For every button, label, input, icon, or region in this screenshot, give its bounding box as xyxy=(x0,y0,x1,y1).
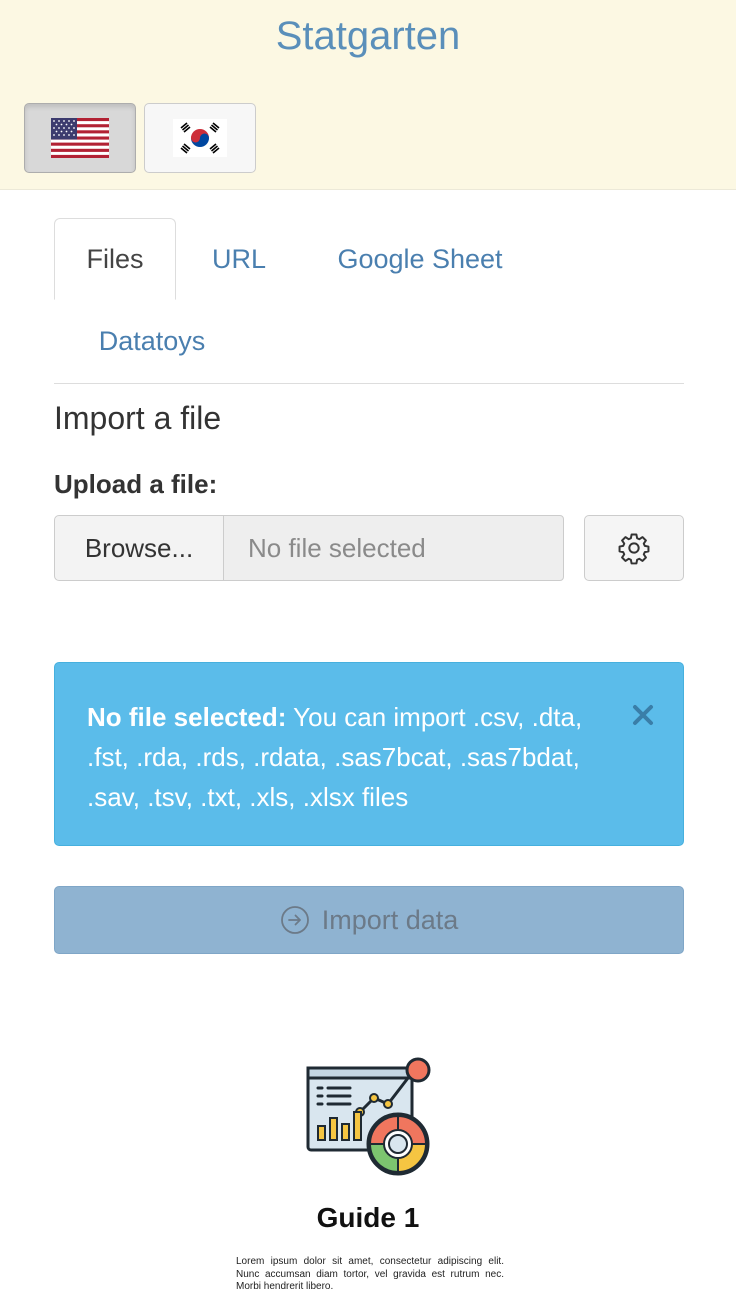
guide-title: Guide 1 xyxy=(316,1202,420,1233)
import-tabs: Files URL Google Sheet Datatoys xyxy=(54,218,684,384)
file-name-field[interactable]: No file selected xyxy=(223,515,564,581)
no-file-alert: No file selected: You can import .csv, .… xyxy=(54,662,684,846)
browse-button[interactable]: Browse... xyxy=(54,515,224,581)
upload-label: Upload a file: xyxy=(54,469,218,499)
alert-close-button[interactable] xyxy=(629,701,657,729)
guide-description: Lorem ipsum dolor sit amet, consectetur … xyxy=(236,1256,504,1292)
alert-message: No file selected: You can import .csv, .… xyxy=(87,697,617,817)
settings-button[interactable] xyxy=(584,515,684,581)
tab-datatoys[interactable]: Datatoys xyxy=(72,300,232,382)
tab-google-sheet[interactable]: Google Sheet xyxy=(314,218,526,300)
arrow-circle-right-icon xyxy=(280,905,310,935)
import-data-label: Import data xyxy=(321,904,459,935)
app-header: Statgarten xyxy=(0,0,736,190)
alert-strong-text: No file selected: xyxy=(87,702,287,732)
page-title: Import a file xyxy=(54,400,222,436)
us-flag-icon xyxy=(51,118,109,158)
tab-url[interactable]: URL xyxy=(192,218,286,300)
app-title: Statgarten xyxy=(275,14,461,58)
import-data-button[interactable]: Import data xyxy=(54,886,684,954)
gear-icon xyxy=(618,533,650,565)
dashboard-analytics-icon xyxy=(304,1054,434,1180)
korea-flag-icon xyxy=(173,119,227,157)
close-icon xyxy=(633,705,653,725)
language-korean-button[interactable] xyxy=(144,103,256,173)
language-english-button[interactable] xyxy=(24,103,136,173)
tab-files[interactable]: Files xyxy=(54,218,176,300)
